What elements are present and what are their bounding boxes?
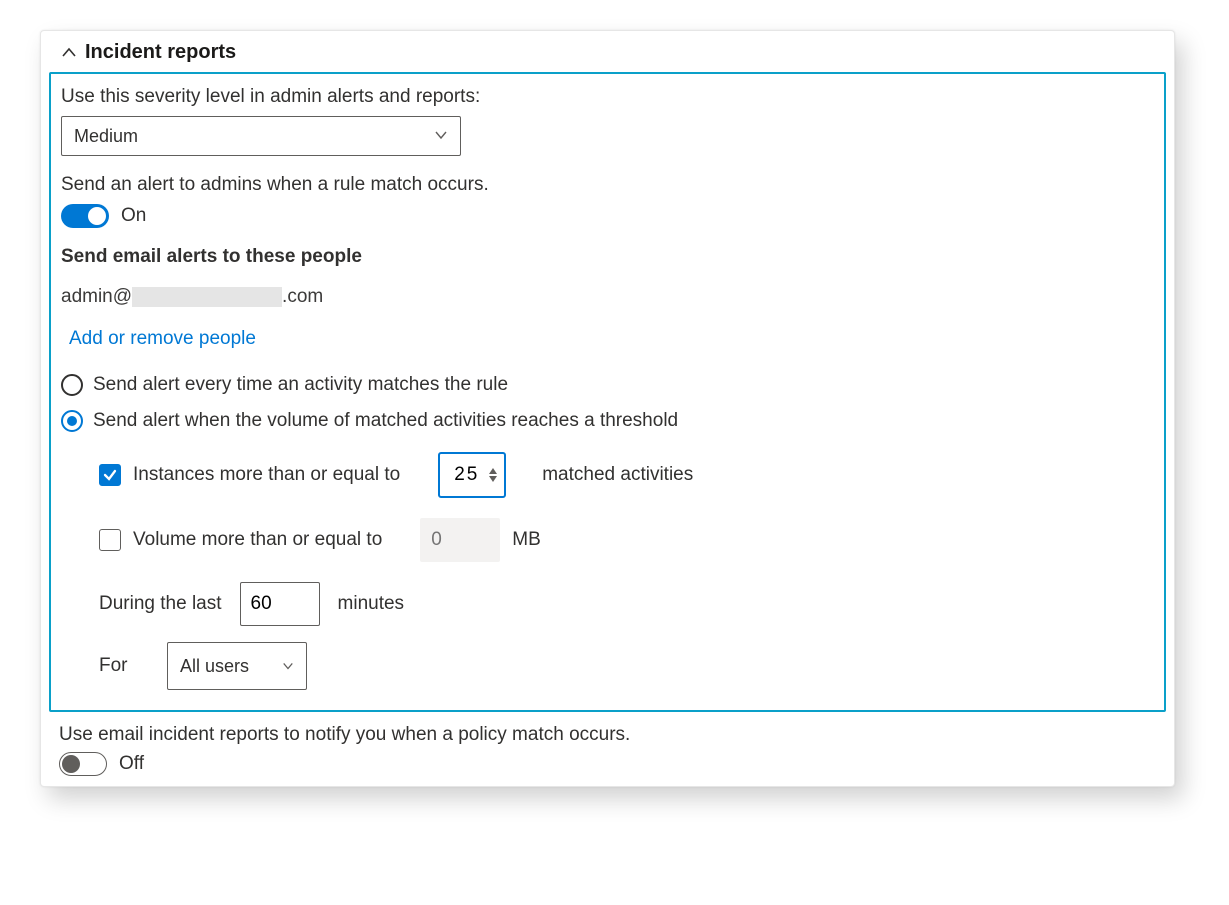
radio-alert-every-label: Send alert every time an activity matche… <box>93 374 508 396</box>
incident-email-toggle[interactable] <box>59 752 107 776</box>
instances-label: Instances more than or equal to <box>133 464 400 486</box>
severity-dropdown[interactable]: Medium <box>61 116 461 156</box>
severity-label: Use this severity level in admin alerts … <box>61 86 1154 108</box>
volume-unit: MB <box>512 529 541 551</box>
volume-checkbox[interactable] <box>99 529 121 551</box>
for-selected: All users <box>180 656 249 677</box>
during-unit: minutes <box>338 593 405 615</box>
add-remove-people-link[interactable]: Add or remove people <box>69 328 256 350</box>
volume-input <box>420 518 500 562</box>
radio-alert-every[interactable] <box>61 374 83 396</box>
threshold-settings: Instances more than or equal to matched … <box>99 452 1154 690</box>
email-prefix: admin@ <box>61 286 132 308</box>
for-label: For <box>99 655 149 677</box>
incident-email-label: Use email incident reports to notify you… <box>59 724 1156 746</box>
section-header[interactable]: Incident reports <box>41 31 1174 72</box>
severity-selected: Medium <box>74 126 138 147</box>
section-title: Incident reports <box>85 41 236 64</box>
instances-checkbox[interactable] <box>99 464 121 486</box>
during-input[interactable] <box>240 582 320 626</box>
volume-label: Volume more than or equal to <box>133 529 382 551</box>
during-label: During the last <box>99 593 222 615</box>
incident-email-state: Off <box>119 753 144 775</box>
chevron-down-icon <box>434 126 448 147</box>
alert-toggle-label: Send an alert to admins when a rule matc… <box>61 174 1154 196</box>
alert-toggle-state: On <box>121 205 146 227</box>
redacted-domain <box>132 287 282 307</box>
instances-suffix: matched activities <box>542 464 693 486</box>
incident-reports-card: Incident reports Use this severity level… <box>40 30 1175 787</box>
radio-alert-threshold-label: Send alert when the volume of matched ac… <box>93 410 678 432</box>
incident-email-section: Use email incident reports to notify you… <box>41 716 1174 776</box>
alert-settings-highlight: Use this severity level in admin alerts … <box>49 72 1166 712</box>
email-alerts-label: Send email alerts to these people <box>61 246 1154 268</box>
chevron-down-icon <box>282 656 294 677</box>
instances-spinner[interactable] <box>438 452 506 498</box>
email-recipients-line: admin@ .com <box>61 286 1154 308</box>
for-users-dropdown[interactable]: All users <box>167 642 307 690</box>
alert-admins-toggle[interactable] <box>61 204 109 228</box>
email-suffix: .com <box>282 286 323 308</box>
instances-input[interactable] <box>454 464 482 486</box>
spinner-arrows[interactable] <box>488 467 498 483</box>
radio-alert-threshold[interactable] <box>61 410 83 432</box>
chevron-up-icon <box>61 45 77 61</box>
